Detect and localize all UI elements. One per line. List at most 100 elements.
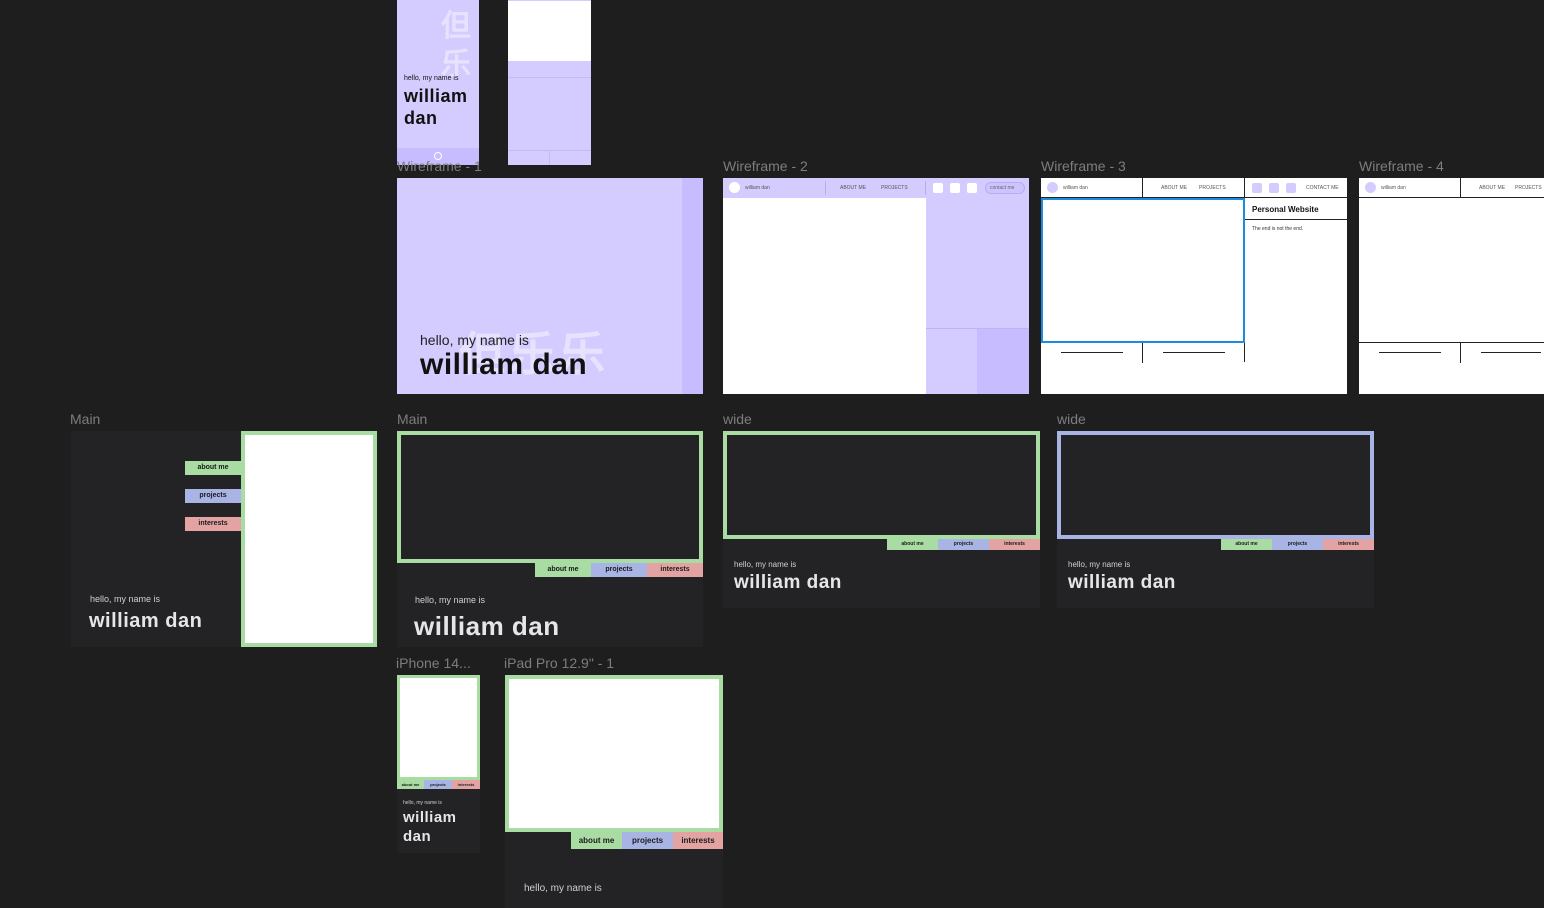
- hello-text: hello, my name is: [420, 332, 529, 348]
- social-icon-2[interactable]: [1269, 183, 1279, 193]
- main-frame-top-layout[interactable]: about me projects interests hello, my na…: [397, 431, 703, 647]
- white-panel: [508, 0, 591, 61]
- hello-text: hello, my name is: [404, 75, 459, 82]
- contact-button-label: contact me: [990, 185, 1015, 191]
- bottom-right-tile: [977, 328, 1029, 394]
- hello-text: hello, my name is: [1068, 560, 1131, 569]
- content-panel: [397, 675, 480, 780]
- right-panel: [926, 198, 1029, 328]
- arrow-left-icon[interactable]: [1379, 352, 1441, 353]
- wireframe-2-frame[interactable]: william dan ABOUT ME PROJECTS contact me: [723, 178, 1029, 394]
- ipad-frame[interactable]: about me projects interests hello, my na…: [505, 675, 723, 908]
- content-panel: [723, 431, 1040, 539]
- wireframe-1-frame[interactable]: 但乐乐 hello, my name is william dan: [397, 178, 703, 394]
- nav-about[interactable]: ABOUT ME: [1161, 185, 1187, 191]
- frame-label-ipad[interactable]: iPad Pro 12.9" - 1: [504, 655, 614, 671]
- frame-label-wireframe-4[interactable]: Wireframe - 4: [1359, 158, 1444, 174]
- wireframe-3-frame[interactable]: william dan ABOUT ME PROJECTS CONTACT ME…: [1041, 178, 1347, 394]
- name-last: dan: [403, 828, 432, 845]
- bottom-divider: [1142, 343, 1143, 363]
- nav-tab-interests[interactable]: interests: [989, 539, 1040, 550]
- panel-text: The end is not the end.: [1252, 226, 1304, 232]
- frame-label-main-1[interactable]: Main: [70, 411, 100, 427]
- nav-tab-interests[interactable]: interests: [452, 780, 480, 789]
- iphone-frame[interactable]: about me projects interests hello, my na…: [397, 675, 480, 853]
- bottom-left-tile: [926, 328, 977, 394]
- divider-vert: [549, 150, 550, 165]
- main-frame-sidebar-layout[interactable]: about me projects interests hello, my na…: [71, 431, 377, 647]
- nav-tab-projects[interactable]: projects: [424, 780, 452, 789]
- content-divider: [1359, 342, 1544, 343]
- arrow-right-icon[interactable]: [1163, 352, 1225, 353]
- panel-title: Personal Website: [1252, 205, 1319, 214]
- hello-text: hello, my name is: [415, 595, 486, 605]
- hello-text: hello, my name is: [524, 883, 602, 894]
- nav-site-name[interactable]: william dan: [1381, 185, 1406, 191]
- logo-icon: [729, 182, 740, 193]
- hello-text: hello, my name is: [403, 800, 442, 806]
- nav-tab-interests[interactable]: interests: [1323, 539, 1374, 550]
- content-panel: [505, 675, 723, 832]
- hello-text: hello, my name is: [734, 560, 797, 569]
- frame-label-main-2[interactable]: Main: [397, 411, 427, 427]
- name-text: william dan: [89, 610, 203, 632]
- content-panel: [397, 431, 703, 563]
- logo-icon: [1047, 182, 1058, 193]
- frame-label-wide-2[interactable]: wide: [1057, 411, 1086, 427]
- nav-site-name[interactable]: william dan: [745, 185, 770, 191]
- nav-divider: [825, 181, 826, 195]
- selected-content-area[interactable]: [1041, 198, 1245, 343]
- name-last: dan: [404, 108, 438, 128]
- nav-tab-about[interactable]: about me: [397, 780, 424, 789]
- nav-projects[interactable]: PROJECTS: [881, 185, 908, 191]
- frame-label-wide-1[interactable]: wide: [723, 411, 752, 427]
- content-panel: [1057, 431, 1374, 539]
- nav-tab-projects[interactable]: projects: [938, 539, 989, 550]
- nav-tab-projects[interactable]: projects: [622, 832, 673, 849]
- mobile-wireframe-frame-2[interactable]: [508, 0, 591, 165]
- name-text: william dan: [734, 572, 842, 593]
- nav-site-name[interactable]: william dan: [1063, 185, 1088, 191]
- social-icon-1[interactable]: [1252, 183, 1262, 193]
- name-text: william dan: [1068, 572, 1176, 593]
- nav-tab-interests[interactable]: interests: [647, 563, 703, 577]
- nav-about[interactable]: ABOUT ME: [1479, 185, 1505, 191]
- nav-tab-interests[interactable]: interests: [185, 517, 241, 531]
- frame-label-wireframe-3[interactable]: Wireframe - 3: [1041, 158, 1126, 174]
- arrow-right-icon[interactable]: [1481, 352, 1541, 353]
- wireframe-4-frame[interactable]: william dan ABOUT ME PROJECTS: [1359, 178, 1544, 394]
- social-icon-3[interactable]: [967, 183, 977, 193]
- bottom-divider: [1460, 343, 1461, 363]
- wide-frame-green[interactable]: about me projects interests hello, my na…: [723, 431, 1040, 608]
- frame-label-iphone[interactable]: iPhone 14...: [396, 655, 471, 671]
- logo-icon: [1365, 182, 1376, 193]
- nav-tab-about[interactable]: about me: [535, 563, 591, 577]
- nav-projects[interactable]: PROJECTS: [1515, 185, 1542, 191]
- nav-divider-2: [925, 181, 926, 195]
- wide-frame-blue[interactable]: about me projects interests hello, my na…: [1057, 431, 1374, 608]
- nav-contact[interactable]: CONTACT ME: [1306, 185, 1339, 191]
- divider-line: [508, 77, 591, 78]
- side-strip: [682, 178, 703, 394]
- social-icon-2[interactable]: [950, 183, 960, 193]
- social-icon-1[interactable]: [933, 183, 943, 193]
- nav-tab-about[interactable]: about me: [1221, 539, 1272, 550]
- social-icon-3[interactable]: [1286, 183, 1296, 193]
- nav-tab-projects[interactable]: projects: [185, 489, 241, 503]
- frame-label-wireframe-2[interactable]: Wireframe - 2: [723, 158, 808, 174]
- nav-tab-projects[interactable]: projects: [591, 563, 647, 577]
- arrow-left-icon[interactable]: [1061, 352, 1123, 353]
- nav-tab-about[interactable]: about me: [887, 539, 938, 550]
- nav-tab-projects[interactable]: projects: [1272, 539, 1323, 550]
- nav-about[interactable]: ABOUT ME: [840, 185, 866, 191]
- content-panel: [241, 431, 377, 647]
- nav-projects[interactable]: PROJECTS: [1199, 185, 1226, 191]
- nav-tab-about[interactable]: about me: [571, 832, 622, 849]
- name-text: william dan: [420, 348, 588, 381]
- hello-text: hello, my name is: [90, 594, 161, 604]
- nav-divider: [1460, 178, 1461, 198]
- frame-label-wireframe-1[interactable]: Wireframe - 1: [397, 158, 482, 174]
- mobile-wireframe-frame[interactable]: 但乐 hello, my name is william dan: [397, 0, 479, 165]
- nav-tab-interests[interactable]: interests: [673, 832, 723, 849]
- nav-tab-about[interactable]: about me: [185, 461, 241, 475]
